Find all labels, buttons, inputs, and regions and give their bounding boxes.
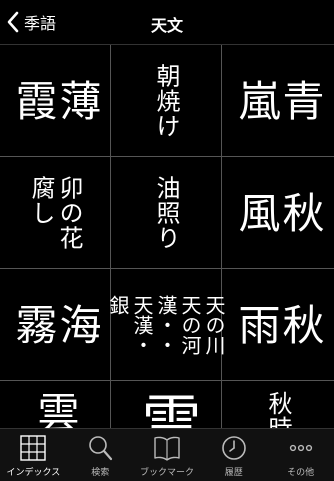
book-icon [154, 436, 180, 461]
kigo-label: 油照り [152, 175, 180, 250]
kigo-cell[interactable]: 海 霧 [0, 269, 111, 381]
kigo-cell[interactable]: 秋 雨 [222, 269, 334, 381]
kigo-label: 青 嵐 [232, 78, 325, 123]
navigation-bar: 季語 天文 [0, 0, 334, 45]
tab-index[interactable]: インデックス [0, 429, 67, 481]
tab-search[interactable]: 検索 [67, 429, 134, 481]
kigo-cell[interactable]: 天の川 天の河 漢・・ 天漢・ 銀 [106, 269, 226, 381]
kigo-cell[interactable]: 秋 風 [222, 157, 334, 269]
kigo-label: 秋 雨 [232, 302, 325, 347]
kigo-cell[interactable]: 雲 [0, 381, 111, 428]
tab-history[interactable]: 履歴 [200, 429, 267, 481]
search-icon [89, 436, 113, 461]
tab-label: 検索 [91, 468, 110, 478]
kigo-cell[interactable]: 薄 霞 [0, 45, 111, 157]
tab-label: 履歴 [224, 468, 243, 478]
kigo-cell[interactable]: 朝焼け [111, 45, 222, 157]
tab-label: インデックス [6, 468, 61, 478]
page-title: 天文 [150, 16, 183, 35]
kigo-label: 天の川 天の河 漢・・ 天漢・ 銀 [106, 294, 226, 355]
kigo-label: 雲 [131, 391, 201, 428]
tab-more[interactable]: その他 [267, 429, 334, 481]
kigo-label: 薄 霞 [9, 78, 102, 123]
kigo-label: 海 霧 [9, 302, 102, 347]
tab-bar: インデックス 検索 ブックマーク 履歴 その他 [0, 428, 334, 481]
kigo-cell[interactable]: 油照り [111, 157, 222, 269]
kigo-label: 朝焼け [152, 63, 180, 138]
kigo-label: 秋時 [264, 391, 292, 428]
kigo-grid-area: 薄 霞 朝焼け 青 嵐 卯の花 腐し 油照り 秋 風 海 霧 天の川 天の河 漢… [0, 45, 334, 428]
tab-label: その他 [287, 468, 315, 478]
kigo-label: 秋 風 [232, 190, 325, 235]
kigo-label: 雲 [31, 391, 80, 428]
kigo-cell[interactable]: 青 嵐 [222, 45, 334, 157]
clock-icon [221, 436, 246, 460]
grid-icon [20, 435, 47, 461]
tab-label: ブックマーク [139, 468, 194, 478]
kigo-cell[interactable]: 秋時 [222, 381, 334, 428]
more-icon [289, 444, 312, 452]
kigo-cell[interactable]: 卯の花 腐し [0, 157, 111, 269]
kigo-cell[interactable]: 雲 [111, 381, 222, 428]
kigo-grid: 薄 霞 朝焼け 青 嵐 卯の花 腐し 油照り 秋 風 海 霧 天の川 天の河 漢… [0, 45, 334, 428]
kigo-label: 卯の花 腐し [27, 175, 83, 250]
tab-bookmark[interactable]: ブックマーク [134, 429, 201, 481]
